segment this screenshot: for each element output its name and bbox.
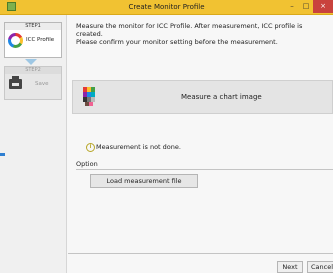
maximize-button[interactable]: □ — [299, 0, 313, 13]
info-icon: i — [86, 143, 95, 152]
step2-header: STEP2 — [5, 67, 61, 74]
option-divider — [76, 169, 333, 170]
minimize-button[interactable]: – — [285, 0, 299, 13]
load-measurement-file-button[interactable]: Load measurement file — [90, 174, 198, 188]
next-button[interactable]: Next — [277, 261, 303, 273]
intro-line-2: Please confirm your monitor setting befo… — [76, 38, 278, 46]
step2-label: Save — [35, 81, 49, 87]
intro-text: Measure the monitor for ICC Profile. Aft… — [76, 22, 331, 46]
color-chart-icon — [83, 87, 96, 106]
measure-button-label: Measure a chart image — [181, 93, 262, 101]
intro-line-1: Measure the monitor for ICC Profile. Aft… — [76, 22, 303, 38]
step-arrow-icon — [25, 59, 37, 65]
step2-save[interactable]: STEP2 Save — [4, 66, 62, 100]
cancel-button[interactable]: Cancel — [307, 261, 333, 273]
close-button[interactable]: × — [313, 0, 333, 13]
step1-header: STEP1 — [5, 23, 61, 30]
window-title: Create Monitor Profile — [128, 3, 205, 11]
save-icon — [9, 76, 22, 89]
step1-icc-profile[interactable]: STEP1 ICC Profile — [4, 22, 62, 58]
measurement-status: Measurement is not done. — [96, 143, 181, 151]
title-bar: Create Monitor Profile – □ × — [0, 0, 333, 15]
step1-label: ICC Profile — [26, 37, 55, 43]
accent-marker — [0, 153, 5, 156]
color-ring-icon — [8, 33, 23, 48]
option-label: Option — [76, 160, 98, 168]
footer-divider — [68, 253, 333, 254]
measure-chart-button[interactable]: Measure a chart image — [72, 80, 333, 114]
